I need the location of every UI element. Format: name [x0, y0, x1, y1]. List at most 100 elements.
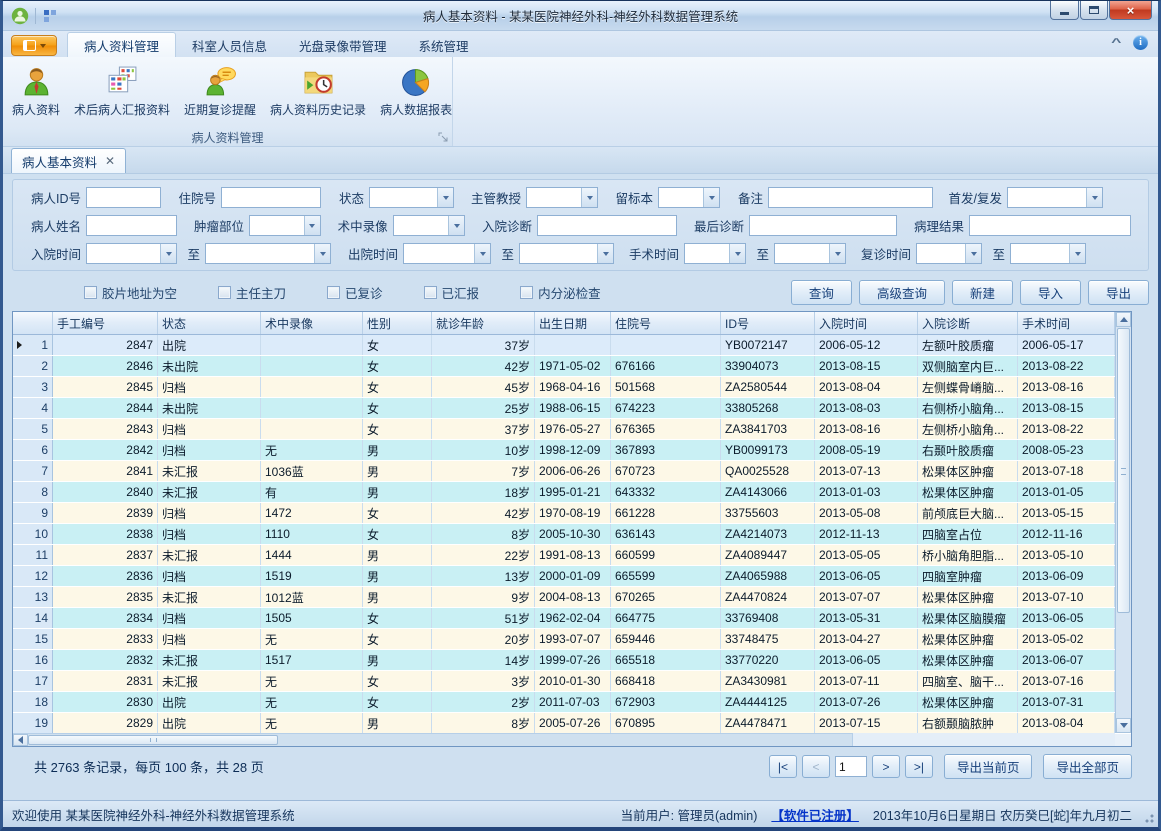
search-input[interactable]: [537, 215, 677, 236]
ribbon-button-data-reports[interactable]: 病人数据报表: [374, 61, 458, 127]
filter-checkbox[interactable]: 内分泌检查: [520, 283, 601, 302]
table-row[interactable]: 52843归档女37岁1976-05-27676365ZA38417032013…: [13, 419, 1131, 440]
combo-dropdown-button[interactable]: [729, 244, 745, 263]
combo-dropdown-button[interactable]: [1086, 188, 1102, 207]
combo-dropdown-button[interactable]: [829, 244, 845, 263]
table-row[interactable]: 92839归档1472女42岁1970-08-19661228337556032…: [13, 503, 1131, 524]
combo-dropdown-button[interactable]: [160, 244, 176, 263]
table-row[interactable]: 22846未出院女42岁1971-05-02676166339040732013…: [13, 356, 1131, 377]
combo-box[interactable]: [249, 215, 321, 236]
minimize-button[interactable]: [1050, 1, 1079, 20]
combo-dropdown-button[interactable]: [703, 188, 719, 207]
checkbox-icon[interactable]: [520, 286, 533, 299]
ribbon-button-postop-reports[interactable]: 术后病人汇报资料: [68, 61, 176, 127]
export-all-pages-button[interactable]: 导出全部页: [1043, 754, 1132, 779]
ribbon-button-patient-info[interactable]: 病人资料: [6, 61, 66, 127]
scroll-left-button[interactable]: [13, 734, 28, 746]
export-current-page-button[interactable]: 导出当前页: [944, 754, 1033, 779]
table-row[interactable]: 12847出院女37岁YB00721472006-05-12左额叶胶质瘤2006…: [13, 335, 1131, 356]
close-button[interactable]: ×: [1109, 1, 1152, 20]
table-row[interactable]: 152833归档无女20岁1993-07-0765944633748475201…: [13, 629, 1131, 650]
search-input[interactable]: [969, 215, 1131, 236]
scroll-down-button[interactable]: [1116, 718, 1131, 733]
table-row[interactable]: 102838归档1110女8岁2005-10-30636143ZA4214073…: [13, 524, 1131, 545]
filter-checkbox[interactable]: 胶片地址为空: [84, 283, 177, 302]
action-button[interactable]: 查询: [791, 280, 852, 305]
checkbox-icon[interactable]: [218, 286, 231, 299]
table-row[interactable]: 182830出院无女2岁2011-07-03672903ZA4444125201…: [13, 692, 1131, 713]
vertical-scroll-thumb[interactable]: [1117, 328, 1130, 613]
combo-box[interactable]: [526, 187, 598, 208]
combo-dropdown-button[interactable]: [474, 244, 490, 263]
combo-box[interactable]: [916, 243, 982, 264]
grid-column-header[interactable]: 出生日期: [535, 312, 611, 334]
registration-status-link[interactable]: 【软件已注册】: [771, 805, 859, 824]
combo-box[interactable]: [684, 243, 746, 264]
combo-dropdown-button[interactable]: [314, 244, 330, 263]
grid-column-header[interactable]: 入院时间: [815, 312, 918, 334]
table-row[interactable]: 192829出院无男8岁2005-07-26670895ZA4478471201…: [13, 713, 1131, 734]
combo-dropdown-button[interactable]: [437, 188, 453, 207]
combo-box[interactable]: [1007, 187, 1103, 208]
resize-grip-icon[interactable]: [1142, 811, 1154, 823]
ribbon-tab[interactable]: 系统管理: [403, 33, 485, 57]
grid-column-header[interactable]: 手术时间: [1018, 312, 1115, 334]
table-row[interactable]: 42844未出院女25岁1988-06-15674223338052682013…: [13, 398, 1131, 419]
grid-column-header[interactable]: 就诊年龄: [432, 312, 535, 334]
next-page-button[interactable]: >: [872, 755, 900, 778]
application-menu-button[interactable]: [11, 35, 57, 56]
combo-box[interactable]: [1010, 243, 1086, 264]
vertical-scrollbar[interactable]: [1115, 312, 1131, 733]
table-row[interactable]: 122836归档1519男13岁2000-01-09665599ZA406598…: [13, 566, 1131, 587]
combo-dropdown-button[interactable]: [448, 216, 464, 235]
dialog-launcher-icon[interactable]: [438, 132, 449, 143]
info-icon[interactable]: i: [1133, 35, 1148, 50]
checkbox-icon[interactable]: [424, 286, 437, 299]
horizontal-scroll-thumb[interactable]: [28, 735, 278, 745]
prev-page-button[interactable]: <: [802, 755, 830, 778]
horizontal-scrollbar[interactable]: [13, 733, 853, 746]
document-tab-patient-basic-info[interactable]: 病人基本资料 ✕: [11, 148, 126, 173]
combo-dropdown-button[interactable]: [965, 244, 981, 263]
action-button[interactable]: 导出: [1088, 280, 1149, 305]
last-page-button[interactable]: >|: [905, 755, 933, 778]
combo-box[interactable]: [393, 215, 465, 236]
ribbon-button-revisit-reminder[interactable]: 近期复诊提醒: [178, 61, 262, 127]
grid-column-header[interactable]: 术中录像: [261, 312, 363, 334]
ribbon-tab[interactable]: 科室人员信息: [176, 33, 283, 57]
checkbox-icon[interactable]: [84, 286, 97, 299]
combo-dropdown-button[interactable]: [581, 188, 597, 207]
action-button[interactable]: 导入: [1020, 280, 1081, 305]
search-input[interactable]: [768, 187, 933, 208]
table-row[interactable]: 172831未汇报无女3岁2010-01-30668418ZA343098120…: [13, 671, 1131, 692]
grid-column-header[interactable]: 手工编号: [53, 312, 158, 334]
table-row[interactable]: 62842归档无男10岁1998-12-09367893YB0099173200…: [13, 440, 1131, 461]
vertical-scroll-track[interactable]: [1116, 614, 1131, 718]
first-page-button[interactable]: |<: [769, 755, 797, 778]
combo-box[interactable]: [658, 187, 720, 208]
ribbon-button-history-records[interactable]: 病人资料历史记录: [264, 61, 372, 127]
search-input[interactable]: [749, 215, 897, 236]
combo-box[interactable]: [519, 243, 614, 264]
combo-dropdown-button[interactable]: [304, 216, 320, 235]
page-number-input[interactable]: [835, 756, 867, 777]
filter-checkbox[interactable]: 主任主刀: [218, 283, 286, 302]
table-row[interactable]: 32845归档女45岁1968-04-16501568ZA25805442013…: [13, 377, 1131, 398]
scroll-up-button[interactable]: [1116, 312, 1131, 327]
table-row[interactable]: 82840未汇报有男18岁1995-01-21643332ZA414306620…: [13, 482, 1131, 503]
table-row[interactable]: 132835未汇报1012蓝男9岁2004-08-13670265ZA44708…: [13, 587, 1131, 608]
table-row[interactable]: 112837未汇报1444男22岁1991-08-13660599ZA40894…: [13, 545, 1131, 566]
grid-column-header[interactable]: 住院号: [611, 312, 721, 334]
combo-box[interactable]: [403, 243, 491, 264]
combo-box[interactable]: [369, 187, 454, 208]
action-button[interactable]: 高级查询: [859, 280, 945, 305]
ribbon-tab[interactable]: 病人资料管理: [67, 32, 176, 57]
filter-checkbox[interactable]: 已汇报: [424, 283, 480, 302]
table-row[interactable]: 162832未汇报1517男14岁1999-07-266655183377022…: [13, 650, 1131, 671]
ribbon-tab[interactable]: 光盘录像带管理: [283, 33, 403, 57]
combo-box[interactable]: [774, 243, 846, 264]
ribbon-collapse-icon[interactable]: ^: [1111, 37, 1121, 49]
search-input[interactable]: [86, 215, 177, 236]
tab-close-icon[interactable]: ✕: [105, 155, 115, 167]
maximize-button[interactable]: [1080, 1, 1108, 20]
